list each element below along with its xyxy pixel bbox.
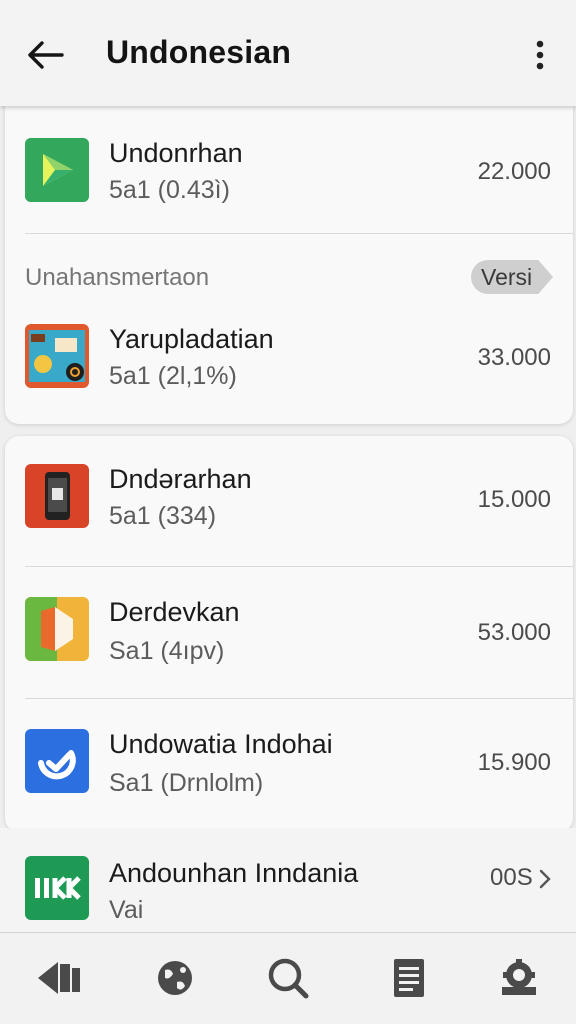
app-name: Dndərarhan (109, 464, 252, 494)
back-nav-icon (38, 962, 80, 994)
app-subtitle: Vai (109, 896, 144, 924)
settings-icon (502, 959, 536, 995)
app-subtitle: 5a1 (0.43ì) (109, 176, 230, 204)
app-price: 15.900 (477, 749, 551, 776)
page-title: Undonesian (106, 34, 292, 70)
more-options-button[interactable] (520, 32, 560, 78)
nav-globe-button[interactable] (148, 951, 202, 1005)
app-name: Undowatia Indohai (109, 729, 333, 759)
arrow-left-icon (28, 41, 64, 69)
app-price: 15.000 (477, 486, 551, 513)
document-icon (394, 959, 424, 997)
divider (25, 233, 573, 234)
section-label: Unahansmertaon (25, 264, 210, 291)
nav-back-button[interactable] (32, 951, 86, 1005)
chevron-right-icon (539, 869, 551, 889)
app-name: Yarupladatian (109, 324, 274, 354)
nav-settings-button[interactable] (492, 951, 546, 1005)
poster-app-icon (25, 324, 89, 388)
top-app-bar: Undonesian (0, 0, 576, 106)
app-list-item[interactable]: Undowatia Indohai Sa1 (Drnlolm) 15.900 (5, 699, 573, 831)
app-price: 53.000 (477, 619, 551, 646)
search-icon (268, 958, 309, 999)
app-list-item[interactable]: Undonrhan 5a1 (0.43ì) 22.000 (5, 120, 573, 232)
app-list-item[interactable]: Yarupladatian 5a1 (2l,1%) 33.000 (5, 306, 573, 418)
versi-badge[interactable]: Versi (471, 260, 553, 294)
nav-search-button[interactable] (261, 951, 315, 1005)
green-logo-icon (25, 856, 89, 920)
app-price: 00S (490, 864, 533, 891)
app-subtitle: Sa1 (4ıpv) (109, 637, 225, 665)
app-subtitle: Sa1 (Drnlolm) (109, 769, 264, 797)
bottom-navigation (0, 932, 576, 1024)
colorful-d-icon (25, 597, 89, 661)
more-vert-icon (536, 40, 544, 70)
app-list-item[interactable]: Dndərarhan 5a1 (334) 15.000 (5, 436, 573, 566)
play-store-icon (25, 138, 89, 202)
app-list-item[interactable]: Andounhan Inndania Vai 00S (0, 828, 576, 932)
app-card-secondary: Dndərarhan 5a1 (334) 15.000 Derdevkan Sa… (5, 436, 573, 832)
globe-icon (158, 961, 192, 995)
nav-document-button[interactable] (382, 951, 436, 1005)
blue-check-icon (25, 729, 89, 793)
app-price: 22.000 (477, 158, 551, 185)
app-name: Derdevkan (109, 597, 240, 627)
phone-app-icon (25, 464, 89, 528)
app-subtitle: 5a1 (2l,1%) (109, 362, 237, 390)
app-price: 33.000 (477, 344, 551, 371)
back-button[interactable] (22, 32, 68, 78)
app-card-primary: Undonrhan 5a1 (0.43ì) 22.000 Unahansmert… (5, 92, 573, 424)
app-subtitle: 5a1 (334) (109, 502, 217, 530)
app-name: Andounhan Inndania (109, 858, 359, 888)
app-name: Undonrhan (109, 138, 243, 168)
app-list-item[interactable]: Derdevkan Sa1 (4ıpv) 53.000 (5, 567, 573, 699)
